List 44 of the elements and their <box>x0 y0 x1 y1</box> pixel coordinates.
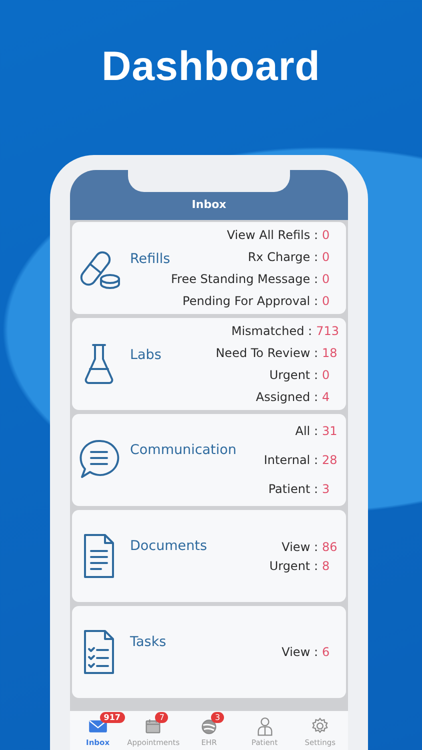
category-card[interactable]: Labs Mismatched : 713 Need To Review : 18 Urgent : 0 Assigned : 4 <box>72 318 346 410</box>
stat-label: Need To Review : <box>216 346 318 360</box>
category-card[interactable]: Communication All : 31 Internal : 28 Patient : 3 <box>72 414 346 506</box>
stat-value: 0 <box>322 272 331 286</box>
stat-label: View : <box>282 540 318 554</box>
stat-label: View : <box>282 645 318 659</box>
stat-label: Urgent : <box>269 368 318 382</box>
stat-label: Urgent : <box>269 558 318 572</box>
stat-value: 3 <box>322 482 331 496</box>
stat-label: Patient : <box>268 482 318 496</box>
stat-value: 0 <box>322 368 331 382</box>
category-title: Labs <box>130 347 162 363</box>
stat-label: Free Standing Message : <box>171 272 318 286</box>
stat-value: 0 <box>322 228 331 242</box>
stat-value: 6 <box>322 645 331 659</box>
stat-label: Rx Charge : <box>248 250 318 264</box>
category-title: Communication <box>130 442 236 458</box>
stat-label: Mismatched : <box>231 324 312 338</box>
stat-label: Pending For Approval : <box>182 294 318 308</box>
category-title: Tasks <box>130 634 166 650</box>
headline: Dashboard <box>100 42 322 91</box>
stat-label: View All Refils : <box>226 228 318 242</box>
category-title: Refills <box>130 251 170 267</box>
stat-value: 18 <box>322 346 338 360</box>
stat-value: 4 <box>322 390 331 404</box>
stat-label: Assigned : <box>256 390 318 404</box>
screen-title: Inbox <box>192 198 226 211</box>
category-card[interactable]: Documents View : 86 Urgent : 8 <box>72 510 346 602</box>
stat-label: All : <box>295 424 318 438</box>
stat-value: 0 <box>322 294 331 308</box>
count-badge: 3 <box>210 712 224 723</box>
count-badge: 917 <box>100 712 124 723</box>
category-card[interactable]: Refills View All Refils : 0 Rx Charge : 0 Free Standing Message : 0 Pending For Approval : 0 <box>72 222 346 314</box>
stat-label: Internal : <box>264 452 318 467</box>
category-title: Documents <box>130 538 207 554</box>
stat-value: 0 <box>322 250 331 264</box>
stat-value: 31 <box>322 424 338 438</box>
category-card[interactable]: Tasks View : 6 <box>72 606 346 698</box>
count-badge: 7 <box>155 712 168 723</box>
stat-value: 713 <box>316 324 339 338</box>
settings-icon <box>310 716 330 736</box>
stat-value: 8 <box>322 558 331 572</box>
stat-value: 86 <box>322 540 338 554</box>
stat-value: 28 <box>322 452 338 467</box>
